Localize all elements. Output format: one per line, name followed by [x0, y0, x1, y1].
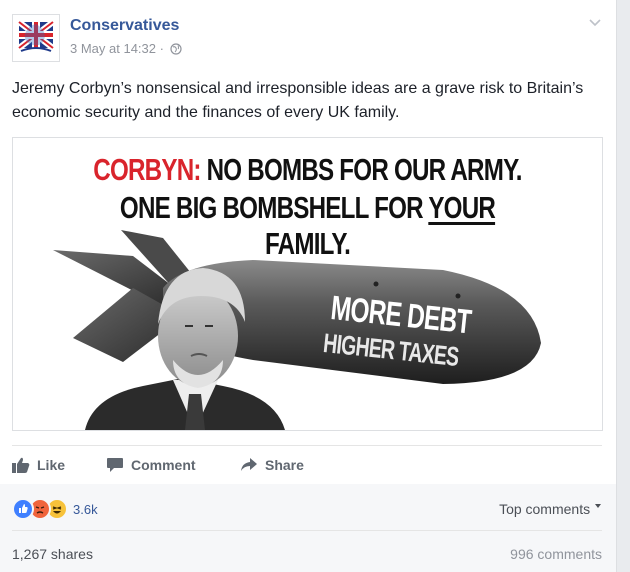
like-label: Like	[37, 457, 66, 473]
top-comments-dropdown[interactable]: Top comments	[499, 501, 602, 517]
stats-divider	[12, 530, 602, 531]
like-reaction-icon	[12, 498, 34, 520]
post-image[interactable]: CORBYN: NO BOMBS FOR OUR ARMY. ONE BIG B…	[12, 137, 603, 431]
shares-count[interactable]: 1,267 shares	[12, 546, 93, 562]
timestamp-link[interactable]: 3 May at 14:32	[70, 41, 156, 56]
comments-count[interactable]: 996 comments	[510, 546, 602, 562]
post-text: Jeremy Corbyn’s nonsensical and irrespon…	[12, 80, 584, 121]
meta-separator: ·	[159, 41, 164, 56]
comment-label: Comment	[131, 457, 196, 473]
like-button[interactable]: Like	[12, 446, 65, 484]
reactions-summary[interactable]: 3.6k	[12, 498, 98, 520]
chevron-down-icon[interactable]	[588, 16, 602, 30]
top-comments-label: Top comments	[499, 501, 591, 517]
globe-icon[interactable]	[169, 43, 182, 55]
caret-down-icon	[595, 504, 601, 508]
tree-logo-icon	[13, 15, 59, 61]
thumbs-up-icon	[12, 457, 30, 473]
comment-button[interactable]: Comment	[106, 446, 196, 484]
reaction-count[interactable]: 3.6k	[73, 502, 98, 517]
post-card: Conservatives 3 May at 14:32 · Jeremy Co…	[0, 0, 617, 572]
share-button[interactable]: Share	[240, 446, 304, 484]
post-meta: 3 May at 14:32 ·	[70, 41, 182, 56]
share-arrow-icon	[241, 458, 257, 471]
share-label: Share	[265, 457, 304, 473]
page-name-link[interactable]: Conservatives	[70, 17, 179, 35]
bomb-illustration	[53, 230, 541, 430]
comment-bubble-icon	[107, 458, 123, 472]
action-bar: Like Comment Share	[12, 445, 602, 485]
post-header: Conservatives 3 May at 14:32 ·	[12, 14, 602, 62]
post-stats: 3.6k Top comments 1,267 shares 996 comme…	[0, 484, 616, 572]
avatar[interactable]	[12, 14, 60, 62]
